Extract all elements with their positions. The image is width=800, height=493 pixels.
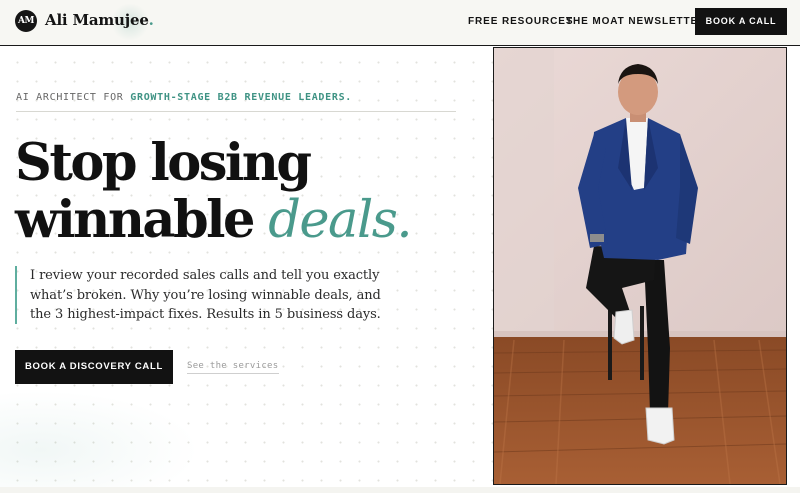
eyebrow-prefix: AI ARCHITECT FOR — [16, 92, 131, 103]
hero-eyebrow: AI ARCHITECT FOR GROWTH-STAGE B2B REVENU… — [16, 92, 352, 103]
logo-dot: . — [148, 11, 154, 29]
headline-line-2: winnable deals. — [15, 190, 413, 250]
lede-line: what’s broken. Why you’re losing winnabl… — [30, 287, 381, 303]
hero-portrait-photo — [493, 47, 787, 485]
book-a-call-button[interactable]: BOOK A CALL — [695, 8, 787, 35]
headline-plain: winnable — [15, 190, 269, 250]
eyebrow-divider — [16, 111, 456, 112]
site-header: AM Ali Mamujee. FREE RESOURCES THE MOAT … — [0, 0, 800, 46]
book-discovery-call-button[interactable]: BOOK A DISCOVERY CALL — [15, 350, 173, 384]
lede-line: I review your recorded sales calls and t… — [30, 268, 380, 283]
lede-line: the 3 highest-impact fixes. Results in 5… — [30, 307, 381, 322]
headline-accent: deals. — [268, 191, 412, 250]
headline-line-1: Stop losing — [15, 133, 312, 193]
hero-lede: I review your recorded sales calls and t… — [30, 266, 381, 325]
see-services-link[interactable]: See the services — [187, 361, 279, 374]
portrait-illustration — [494, 48, 786, 484]
lede-accent-bar — [15, 266, 17, 324]
eyebrow-accent: GROWTH-STAGE B2B REVENUE LEADERS. — [130, 92, 353, 103]
page-bottom-strip — [0, 487, 800, 493]
logo-wordmark[interactable]: Ali Mamujee. — [45, 11, 154, 29]
logo-mark-icon[interactable]: AM — [15, 10, 37, 32]
nav-free-resources[interactable]: FREE RESOURCES — [468, 16, 573, 27]
background-glow — [0, 390, 200, 490]
hero-headline: Stop losing winnable deals. — [15, 133, 413, 250]
nav-moat-newsletter[interactable]: THE MOAT NEWSLETTER — [566, 16, 706, 27]
logo-name: Ali Mamujee — [45, 11, 149, 29]
